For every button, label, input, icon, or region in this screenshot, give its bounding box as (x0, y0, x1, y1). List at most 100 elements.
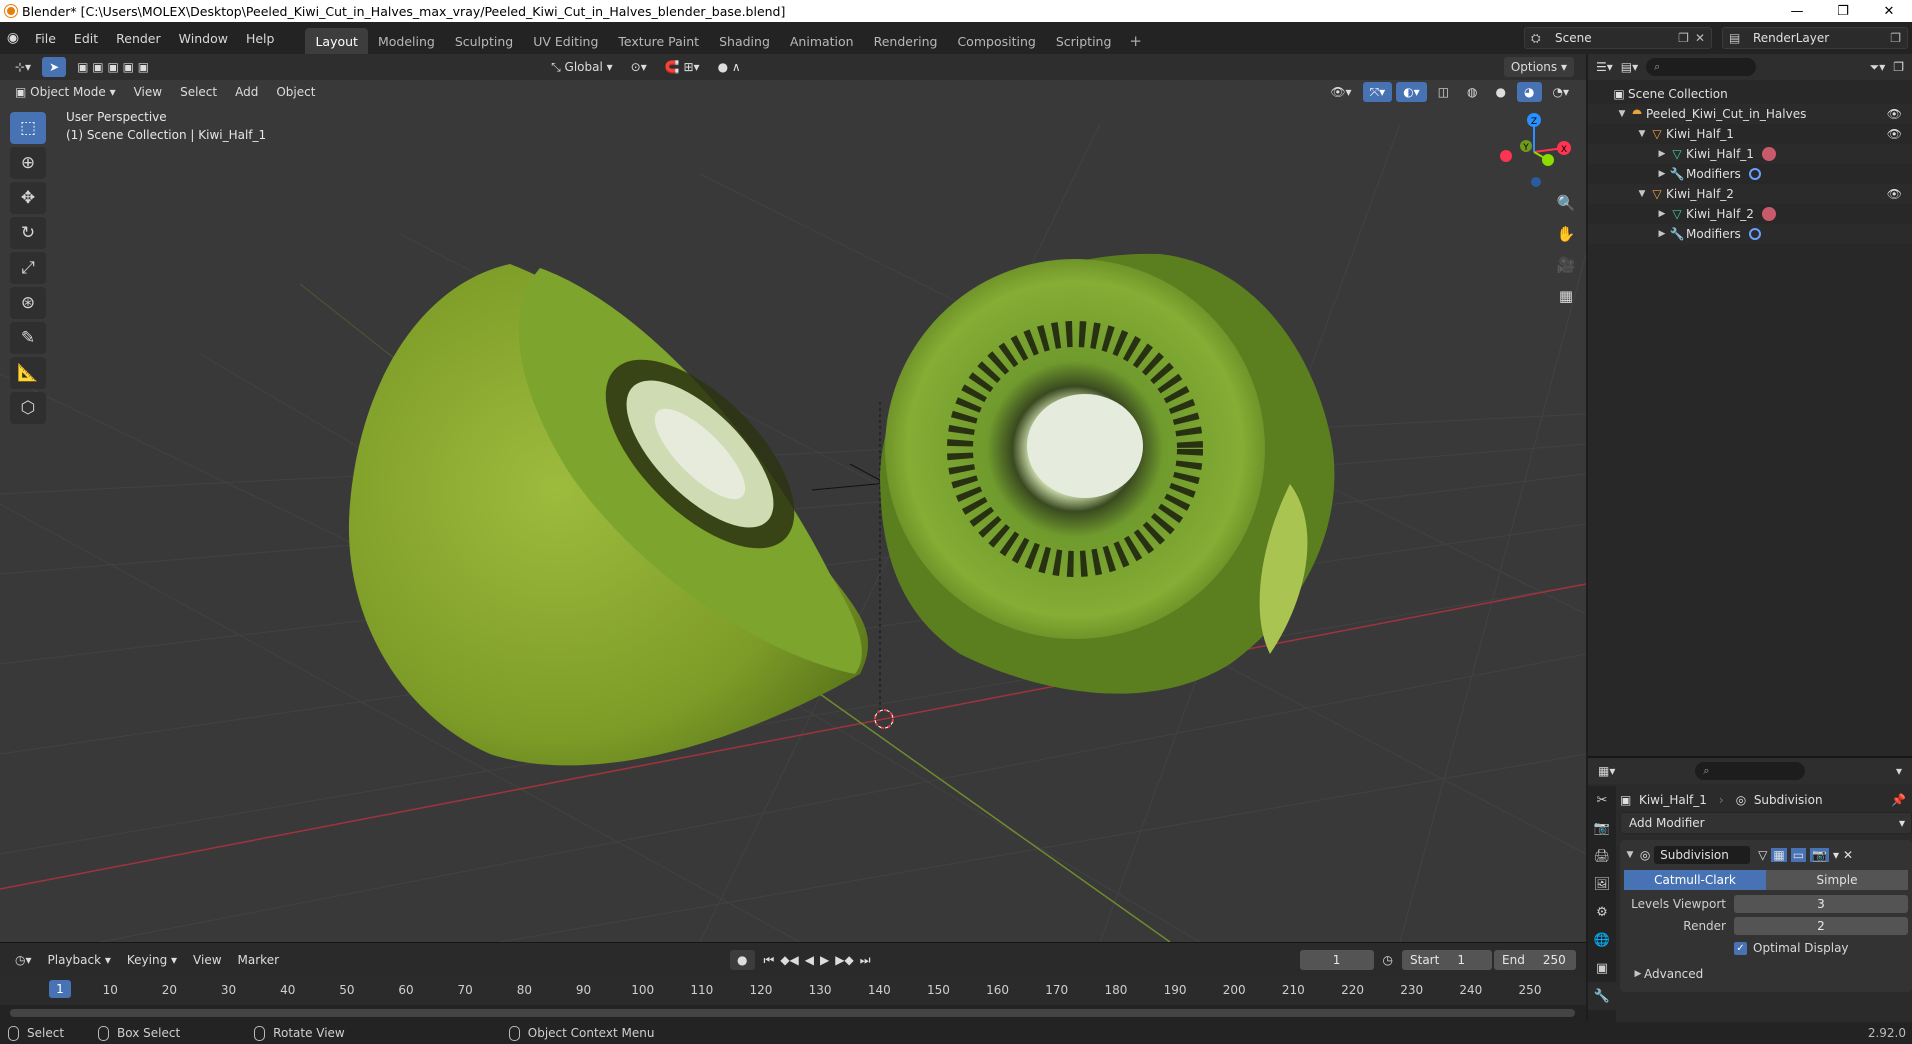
add-cube-tool-icon[interactable]: ⬡ (10, 392, 46, 424)
menu-timeline-view[interactable]: View (186, 950, 228, 970)
render-tab-icon[interactable]: 📷 (1588, 814, 1616, 842)
properties-editor-type-icon[interactable]: ▦▾ (1598, 764, 1615, 778)
measure-tool-icon[interactable]: 📐 (10, 357, 46, 389)
xray-toggle-icon[interactable]: ◫ (1431, 82, 1456, 102)
menu-edit[interactable]: Edit (65, 27, 107, 49)
filter-icon[interactable]: ⏷▾ (1870, 60, 1886, 75)
overlay-toggle-icon[interactable]: ◐▾ (1396, 82, 1427, 102)
expand-arrow-icon[interactable]: ▼ (1636, 129, 1648, 139)
collapse-arrow-icon[interactable]: ▼ (1624, 850, 1636, 860)
world-tab-icon[interactable]: 🌐 (1588, 926, 1616, 954)
minimize-button[interactable]: — (1774, 0, 1820, 22)
menu-render[interactable]: Render (107, 27, 170, 49)
shading-rendered-icon[interactable]: ◔▾ (1546, 82, 1577, 102)
properties-editor[interactable]: ▦▾ ⌕ ▾ ✂ 📷 🖨 🖼 ⚙ 🌐 ▣ 🔧 ▣ Kiwi_Half_1 › ◎… (1588, 756, 1912, 1024)
tab-texture-paint[interactable]: Texture Paint (608, 28, 709, 54)
outliner-scene-collection[interactable]: ▣ Scene Collection (1588, 84, 1912, 104)
visibility-eye-icon[interactable]: 👁 (1887, 127, 1902, 141)
output-tab-icon[interactable]: 🖨 (1588, 842, 1616, 870)
copy-scene-icon[interactable]: ❐ (1678, 31, 1689, 45)
annotate-tool-icon[interactable]: ✎ (10, 322, 46, 354)
gizmo-toggle-icon[interactable]: ⤧▾ (1362, 82, 1393, 102)
preview-range-icon[interactable]: ◷ (1376, 950, 1400, 970)
outliner-editor-type-icon[interactable]: ☰▾ (1596, 60, 1613, 74)
modifier-tab-icon[interactable]: 🔧 (1588, 982, 1616, 1010)
editor-type-icon[interactable]: ⊹▾ (8, 57, 38, 77)
expand-arrow-icon[interactable]: ▶ (1632, 969, 1644, 979)
rotate-tool-icon[interactable]: ↻ (10, 217, 46, 249)
pan-hand-icon[interactable]: ✋ (1552, 220, 1580, 248)
menu-marker[interactable]: Marker (231, 950, 286, 970)
pivot-point-icon[interactable]: ⊙▾ (624, 57, 654, 77)
outliner-row-mesh-1[interactable]: ▶ ▽ Kiwi_Half_1 (1588, 144, 1912, 164)
shading-solid-icon[interactable]: ● (1489, 82, 1513, 102)
tab-scripting[interactable]: Scripting (1046, 28, 1122, 54)
record-keyframe-icon[interactable]: ● (730, 950, 755, 970)
close-window-button[interactable]: ✕ (1866, 0, 1912, 22)
outliner-row-collection[interactable]: ▼ ⯊ Peeled_Kiwi_Cut_in_Halves 👁 (1588, 104, 1912, 124)
material-icon[interactable] (1761, 207, 1776, 221)
remove-scene-icon[interactable]: ✕ (1695, 31, 1705, 45)
expand-arrow-icon[interactable]: ▼ (1616, 109, 1628, 119)
render-levels-field[interactable]: 2 (1734, 917, 1908, 935)
3d-viewport[interactable]: ⊹▾ ➤ ▣ ▣ ▣ ▣ ▣ ⤡ Global ▾ ⊙▾ 🧲 ⊞▾ ● ∧ Op… (0, 54, 1586, 942)
levels-viewport-field[interactable]: 3 (1734, 895, 1908, 913)
outliner-row-modifiers-1[interactable]: ▶ 🔧 Modifiers (1588, 164, 1912, 184)
material-icon[interactable] (1761, 147, 1776, 161)
outliner-search-input[interactable]: ⌕ (1646, 58, 1757, 76)
tab-sculpting[interactable]: Sculpting (445, 28, 523, 54)
snap-icon[interactable]: 🧲 ⊞▾ (658, 57, 707, 77)
timeline-ruler[interactable]: 1 10 20 30 40 50 60 70 80 90 100 110 120 130 140 150 16… (0, 977, 1586, 1017)
modifier-name-field[interactable]: Subdivision (1654, 846, 1751, 864)
timeline-editor[interactable]: ◷▾ Playback ▾ Keying ▾ View Marker ● ⏮ ◆◀… (0, 942, 1586, 1022)
view-layer-tab-icon[interactable]: 🖼 (1588, 870, 1616, 898)
outliner-row-object-1[interactable]: ▼ ▽ Kiwi_Half_1 👁 (1588, 124, 1912, 144)
expand-arrow-icon[interactable]: ▶ (1656, 209, 1668, 219)
expand-arrow-icon[interactable]: ▼ (1636, 189, 1648, 199)
object-tab-icon[interactable]: ▣ (1588, 954, 1616, 982)
timeline-scrollbar[interactable] (10, 1009, 1575, 1017)
view-layer-selector[interactable]: ▤ RenderLayer ❐ (1722, 27, 1908, 49)
tab-uv-editing[interactable]: UV Editing (523, 28, 608, 54)
tab-layout[interactable]: Layout (305, 28, 368, 54)
timeline-editor-type-icon[interactable]: ◷▾ (8, 950, 39, 970)
menu-file[interactable]: File (26, 27, 65, 49)
playback-controls[interactable]: ⏮ ◆◀ ◀ ▶ ▶◆ ⏭ (757, 950, 878, 970)
camera-view-icon[interactable]: 🎥 (1552, 251, 1580, 279)
pin-icon[interactable]: 📌 (1891, 793, 1912, 807)
options-dropdown[interactable]: Options ▾ (1503, 57, 1574, 77)
catmull-clark-button[interactable]: Catmull-Clark (1624, 870, 1766, 890)
maximize-button[interactable]: ❐ (1820, 0, 1866, 22)
navigation-axis-gizmo[interactable]: Z X Y (1490, 110, 1580, 190)
display-mode-icon[interactable]: ▤▾ (1621, 60, 1638, 74)
tab-modeling[interactable]: Modeling (368, 28, 445, 54)
shading-wireframe-icon[interactable]: ◍ (1460, 82, 1484, 102)
current-frame-field[interactable]: 1 (1299, 950, 1374, 970)
select-box-tool-icon[interactable]: ⬚ (10, 112, 46, 144)
perspective-toggle-icon[interactable]: ▦ (1552, 282, 1580, 310)
viewport-toggle-icon[interactable]: ▭ (1790, 848, 1807, 862)
scene-tab-icon[interactable]: ⚙ (1588, 898, 1616, 926)
optimal-display-checkbox[interactable]: ✓ (1734, 941, 1747, 955)
subdivision-modifier-icon[interactable] (1748, 168, 1761, 180)
transform-orientation-dropdown[interactable]: ⤡ Global ▾ (544, 57, 620, 77)
viewport-scene[interactable] (0, 54, 1586, 942)
menu-keying[interactable]: Keying ▾ (120, 950, 184, 970)
delete-modifier-icon[interactable]: ✕ (1843, 848, 1853, 862)
scale-tool-icon[interactable]: ⤢ (10, 252, 46, 284)
new-collection-icon[interactable]: ❐ (1893, 60, 1904, 74)
cage-toggle-icon[interactable]: ▦ (1771, 848, 1787, 862)
menu-add[interactable]: Add (228, 82, 265, 102)
chevron-down-icon[interactable]: ▾ (1833, 848, 1839, 862)
expand-arrow-icon[interactable]: ▶ (1656, 229, 1668, 239)
outliner-row-object-2[interactable]: ▼ ▽ Kiwi_Half_2 👁 (1588, 184, 1912, 204)
menu-playback[interactable]: Playback ▾ (41, 950, 118, 970)
menu-view[interactable]: View (127, 82, 169, 102)
move-tool-icon[interactable]: ✥ (10, 182, 46, 214)
proportional-edit-icon[interactable]: ● ∧ (711, 57, 748, 77)
visibility-eye-icon[interactable]: 👁 (1887, 107, 1902, 121)
object-mode-dropdown[interactable]: ▣ Object Mode ▾ (8, 82, 123, 102)
expand-arrow-icon[interactable]: ▶ (1656, 169, 1668, 179)
zoom-icon[interactable]: 🔍 (1552, 189, 1580, 217)
tool-tab-icon[interactable]: ✂ (1588, 786, 1616, 814)
